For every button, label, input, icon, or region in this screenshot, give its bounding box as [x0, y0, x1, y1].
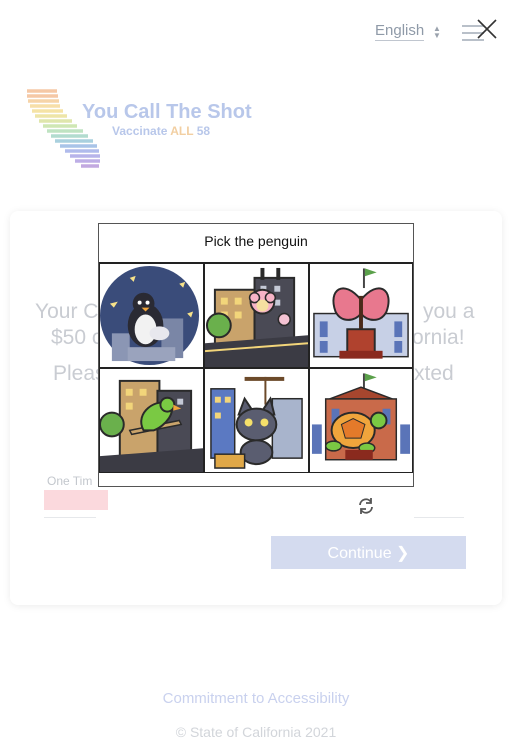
divider: [414, 517, 464, 518]
captcha-tile-butterfly[interactable]: [309, 263, 413, 368]
captcha-tile-bear[interactable]: [204, 263, 309, 368]
up-down-arrows-icon[interactable]: ▲ ▼: [433, 25, 441, 40]
cat-icon: [205, 369, 308, 472]
captcha-tile-penguin[interactable]: [99, 263, 204, 368]
message-line-2-left: $50 c: [51, 326, 103, 349]
language-select[interactable]: English: [375, 22, 425, 41]
otp-input[interactable]: [44, 490, 108, 510]
otp-label: One Tim: [47, 474, 93, 488]
continue-button[interactable]: Continue ❯: [271, 536, 466, 569]
captcha-tile-turtle[interactable]: [309, 368, 413, 473]
turtle-icon: [310, 369, 412, 472]
divider: [44, 517, 96, 518]
captcha-tile-parrot[interactable]: [99, 368, 204, 473]
copyright: © State of California 2021: [175, 724, 337, 740]
logo-title: You Call The Shot: [82, 101, 252, 123]
parrot-icon: [100, 369, 203, 472]
penguin-icon: [100, 264, 203, 367]
message-line-1-left: Your C: [35, 300, 99, 323]
page: English ▲ ▼ You Call The Shot Vaccinate A…: [0, 0, 519, 753]
captcha-tile-cat[interactable]: [204, 368, 309, 473]
message-line-1-right: you a: [423, 300, 475, 323]
message-line-3-right: xted: [414, 362, 454, 385]
accessibility-link[interactable]: Commitment to Accessibility: [0, 690, 512, 707]
bear-balloon-icon: [205, 264, 308, 367]
refresh-icon[interactable]: [357, 497, 375, 515]
captcha-grid: [99, 262, 413, 473]
captcha-dialog: Pick the penguin: [98, 223, 414, 487]
message-line-2-right: ornia!: [412, 326, 465, 349]
captcha-prompt: Pick the penguin: [204, 233, 308, 249]
close-icon[interactable]: [474, 16, 500, 42]
butterfly-icon: [310, 264, 412, 367]
logo-subtitle: Vaccinate ALL 58: [112, 124, 211, 138]
